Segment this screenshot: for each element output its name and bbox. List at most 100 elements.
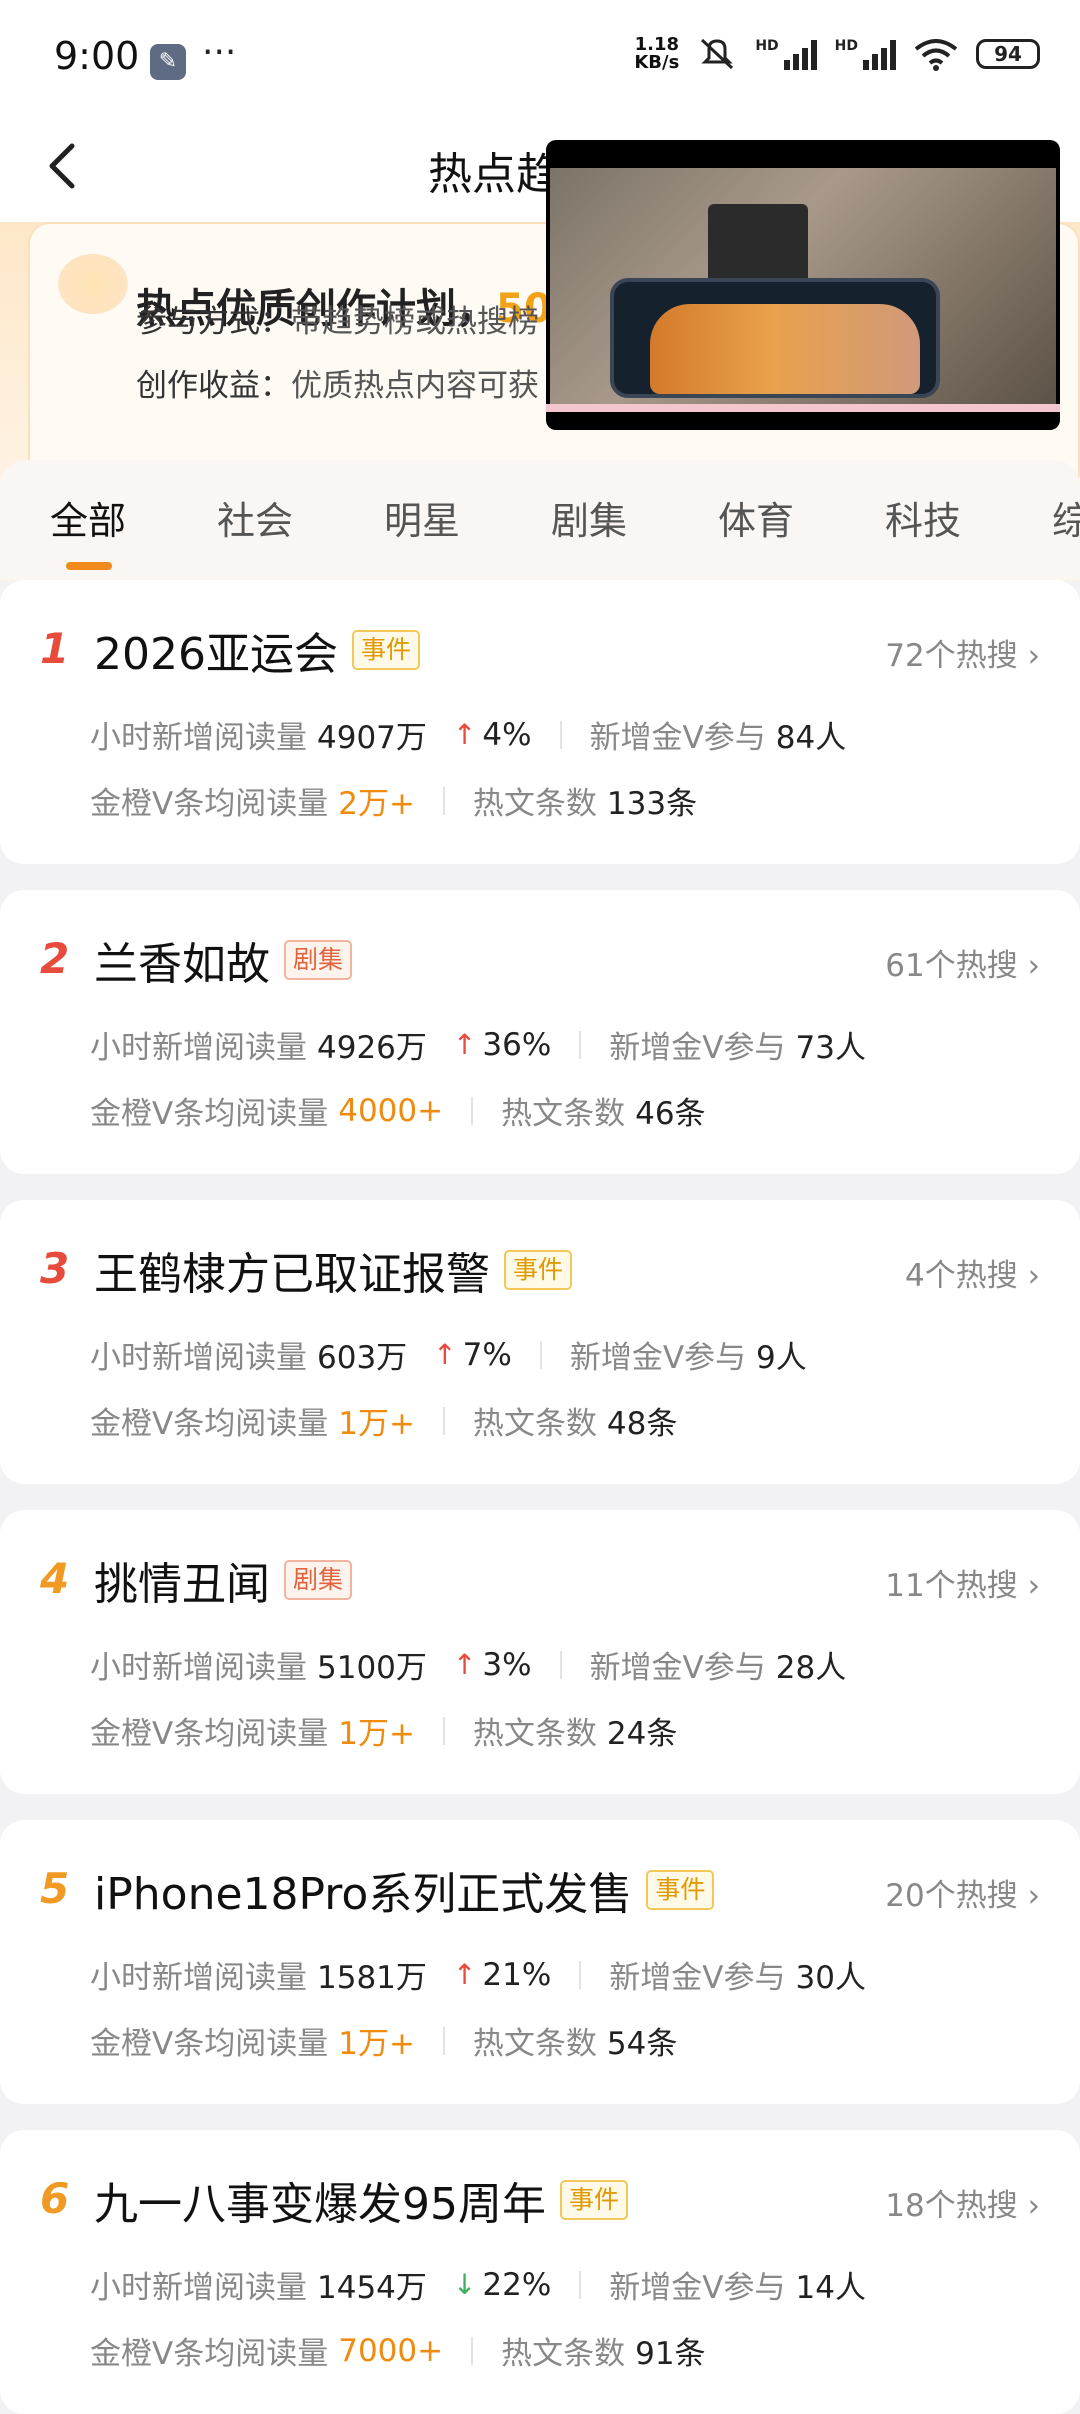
topic-rank: 1 bbox=[40, 624, 70, 673]
new-v-label: 新增金V参与 bbox=[609, 1960, 786, 1996]
trend-down-icon: ↓ bbox=[452, 2268, 477, 2301]
avg-reads-value: 1万+ bbox=[338, 1716, 415, 1752]
avg-reads-label: 金橙V条均阅读量 bbox=[90, 2026, 329, 2062]
category-tabs: 全部 社会 明星 剧集 体育 科技 综 bbox=[0, 460, 1080, 580]
avg-reads-label: 金橙V条均阅读量 bbox=[90, 1406, 329, 1442]
hot-search-link[interactable]: 11个热搜 › bbox=[885, 1560, 1040, 1605]
chevron-right-icon: › bbox=[1027, 638, 1040, 674]
hourly-reads-label: 小时新增阅读量 bbox=[90, 1340, 307, 1376]
tab-variety[interactable]: 综 bbox=[1052, 490, 1080, 545]
topic-title-row: 兰香如故 剧集 bbox=[94, 928, 353, 992]
tab-drama[interactable]: 剧集 bbox=[551, 490, 627, 545]
topic-card[interactable]: 6 九一八事变爆发95周年 事件 18个热搜 › 小时新增阅读量 1454万 ↓… bbox=[0, 2130, 1080, 2414]
divider bbox=[579, 1030, 582, 1059]
divider bbox=[442, 786, 445, 815]
topic-card[interactable]: 5 iPhone18Pro系列正式发售 事件 20个热搜 › 小时新增阅读量 1… bbox=[0, 1820, 1080, 2104]
page-title: 热点趋 bbox=[428, 149, 560, 200]
stats-row-2: 金橙V条均阅读量 1万+ 热文条数 48条 bbox=[90, 1398, 677, 1443]
articles-value: 46条 bbox=[635, 1096, 706, 1132]
wrench-icon: ✎ bbox=[150, 44, 186, 80]
topic-card[interactable]: 1 2026亚运会 事件 72个热搜 › 小时新增阅读量 4907万 ↑ 4% 新… bbox=[0, 580, 1080, 864]
trend-percent: 21% bbox=[482, 1956, 552, 1993]
video-progress-bar[interactable] bbox=[546, 404, 1060, 412]
trend-percent: 22% bbox=[482, 2266, 552, 2303]
earn-label: 创作收益： bbox=[136, 368, 291, 404]
topic-tag: 事件 bbox=[351, 630, 420, 670]
divider bbox=[559, 1650, 562, 1679]
new-v-label: 新增金V参与 bbox=[589, 720, 766, 756]
divider bbox=[579, 2270, 582, 2299]
status-indicators: 1.18 KB/s HD HD 94 bbox=[634, 36, 1040, 72]
stats-row-1: 小时新增阅读量 1581万 ↑ 21% 新增金V参与 30人 bbox=[90, 1952, 866, 1997]
topic-tag: 事件 bbox=[560, 2180, 629, 2220]
status-bar: 9:00 ✎ ··· 1.18 KB/s HD HD 94 bbox=[0, 0, 1080, 112]
tab-society[interactable]: 社会 bbox=[217, 490, 293, 545]
stats-row-1: 小时新增阅读量 1454万 ↓ 22% 新增金V参与 14人 bbox=[90, 2262, 866, 2307]
articles-label: 热文条数 bbox=[472, 2026, 597, 2062]
divider bbox=[442, 1406, 445, 1435]
active-tab-indicator bbox=[66, 562, 112, 570]
new-v-value: 14人 bbox=[795, 2270, 866, 2306]
hot-search-link[interactable]: 18个热搜 › bbox=[885, 2180, 1040, 2225]
divider bbox=[579, 1960, 582, 1989]
chevron-right-icon: › bbox=[1027, 2188, 1040, 2224]
hot-search-link[interactable]: 61个热搜 › bbox=[885, 940, 1040, 985]
topic-title-row: 2026亚运会 事件 bbox=[94, 618, 420, 682]
tab-tech[interactable]: 科技 bbox=[885, 490, 961, 545]
topic-card[interactable]: 3 王鹤棣方已取证报警 事件 4个热搜 › 小时新增阅读量 603万 ↑ 7% 新… bbox=[0, 1200, 1080, 1484]
new-v-label: 新增金V参与 bbox=[589, 1650, 766, 1686]
hot-search-count: 18个热搜 bbox=[885, 2188, 1018, 2224]
hourly-reads-label: 小时新增阅读量 bbox=[90, 1960, 307, 1996]
topic-title: 2026亚运会 bbox=[94, 629, 338, 680]
hourly-reads-value: 5100万 bbox=[317, 1650, 427, 1686]
video-scene-person bbox=[650, 304, 920, 394]
earn-value: 优质热点内容可获 bbox=[291, 368, 539, 404]
hot-search-link[interactable]: 72个热搜 › bbox=[885, 630, 1040, 675]
hourly-reads-value: 1454万 bbox=[317, 2270, 427, 2306]
topic-tag: 剧集 bbox=[284, 1560, 353, 1600]
trend-up-icon: ↑ bbox=[452, 718, 477, 751]
tab-celebrity[interactable]: 明星 bbox=[384, 490, 460, 545]
floating-video-player[interactable] bbox=[546, 140, 1060, 430]
stats-row-2: 金橙V条均阅读量 2万+ 热文条数 133条 bbox=[90, 778, 697, 823]
signal-icon-2: HD bbox=[835, 38, 896, 70]
mute-icon bbox=[701, 38, 734, 70]
avg-reads-value: 7000+ bbox=[338, 2332, 444, 2369]
new-v-label: 新增金V参与 bbox=[609, 2270, 786, 2306]
divider bbox=[442, 1716, 445, 1745]
more-dots-icon: ··· bbox=[202, 32, 237, 73]
banner-join-line: 参与方式：带趋势榜或热搜榜 bbox=[136, 296, 539, 341]
topic-title: 九一八事变爆发95周年 bbox=[94, 2179, 546, 2230]
trend-up-icon: ↑ bbox=[433, 1338, 457, 1371]
video-scene-object bbox=[708, 204, 808, 284]
topic-tag: 剧集 bbox=[284, 940, 353, 980]
topic-card[interactable]: 2 兰香如故 剧集 61个热搜 › 小时新增阅读量 4926万 ↑ 36% 新增金… bbox=[0, 890, 1080, 1174]
avg-reads-label: 金橙V条均阅读量 bbox=[90, 1716, 329, 1752]
stats-row-1: 小时新增阅读量 4926万 ↑ 36% 新增金V参与 73人 bbox=[90, 1022, 866, 1067]
topic-rank: 3 bbox=[40, 1244, 70, 1293]
avg-reads-value: 1万+ bbox=[338, 1406, 415, 1442]
new-v-value: 9人 bbox=[756, 1340, 807, 1376]
net-speed-unit: KB/s bbox=[634, 52, 680, 73]
articles-label: 热文条数 bbox=[501, 2336, 626, 2372]
articles-label: 热文条数 bbox=[472, 1406, 597, 1442]
tab-sports[interactable]: 体育 bbox=[718, 490, 794, 545]
join-label: 参与方式： bbox=[136, 304, 291, 340]
trend-up-icon: ↑ bbox=[452, 1648, 477, 1681]
topic-tag: 事件 bbox=[504, 1250, 573, 1290]
back-button[interactable] bbox=[36, 136, 96, 196]
hot-search-link[interactable]: 20个热搜 › bbox=[885, 1870, 1040, 1915]
topic-card[interactable]: 4 挑情丑闻 剧集 11个热搜 › 小时新增阅读量 5100万 ↑ 3% 新增金V… bbox=[0, 1510, 1080, 1794]
hot-search-count: 4个热搜 bbox=[905, 1258, 1018, 1294]
trend-up-icon: ↑ bbox=[452, 1958, 477, 1991]
hot-search-link[interactable]: 4个热搜 › bbox=[905, 1250, 1040, 1295]
divider bbox=[442, 2026, 445, 2055]
hourly-reads-value: 4926万 bbox=[317, 1030, 427, 1066]
stats-row-1: 小时新增阅读量 603万 ↑ 7% 新增金V参与 9人 bbox=[90, 1332, 807, 1377]
stats-row-2: 金橙V条均阅读量 1万+ 热文条数 24条 bbox=[90, 1708, 677, 1753]
battery-icon: 94 bbox=[976, 39, 1040, 69]
chevron-right-icon: › bbox=[1027, 948, 1040, 984]
articles-value: 133条 bbox=[606, 786, 698, 822]
tab-all[interactable]: 全部 bbox=[50, 490, 126, 545]
hourly-reads-label: 小时新增阅读量 bbox=[90, 2270, 307, 2306]
